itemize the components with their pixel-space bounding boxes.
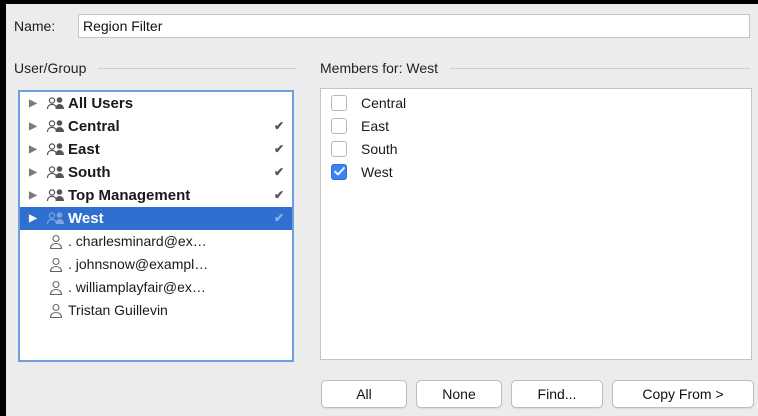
- member-row[interactable]: West: [321, 160, 751, 183]
- member-row[interactable]: Central: [321, 91, 751, 114]
- group-icon: [44, 164, 68, 182]
- tree-group-label: West: [68, 210, 104, 227]
- member-label: Central: [361, 94, 407, 111]
- user-icon: [44, 256, 68, 274]
- tree-group-row-selected[interactable]: ▶ West ✔: [20, 207, 292, 230]
- tree-user-label: . johnsnow@exampl…: [68, 256, 209, 272]
- copy-from-button[interactable]: Copy From >: [612, 380, 754, 408]
- checkmark-icon: [333, 167, 345, 176]
- user-icon: [44, 302, 68, 320]
- find-button[interactable]: Find...: [511, 380, 603, 408]
- tree-group-row[interactable]: ▶ Top Management ✔: [20, 184, 292, 207]
- member-row[interactable]: East: [321, 114, 751, 137]
- tree-user-row[interactable]: Tristan Guillevin: [20, 299, 292, 322]
- group-icon: [44, 141, 68, 159]
- checkmark-icon: ✔: [273, 142, 285, 156]
- tree-user-row[interactable]: . williamplayfair@ex…: [20, 276, 292, 299]
- all-button[interactable]: All: [321, 380, 407, 408]
- expand-triangle-icon[interactable]: ▶: [22, 207, 44, 230]
- group-icon: [44, 118, 68, 136]
- header-divider: [98, 67, 296, 69]
- member-checkbox[interactable]: [331, 117, 347, 134]
- expand-triangle-icon[interactable]: ▶: [22, 92, 44, 115]
- checkmark-icon: ✔: [273, 165, 285, 179]
- tree-group-label: Central: [68, 118, 120, 135]
- tree-user-label: . charlesminard@ex…: [68, 233, 207, 249]
- tree-user-row[interactable]: . johnsnow@exampl…: [20, 253, 292, 276]
- tree-group-label: Top Management: [68, 187, 191, 204]
- tree-group-label: All Users: [68, 95, 134, 112]
- user-group-header-label: User/Group: [14, 60, 87, 76]
- members-header: Members for: West: [320, 58, 750, 78]
- window-frame-left: [0, 0, 6, 416]
- member-label: West: [361, 163, 393, 180]
- tree-group-row[interactable]: ▶ South ✔: [20, 161, 292, 184]
- tree-user-label: . williamplayfair@ex…: [68, 279, 206, 295]
- window-frame-top: [0, 0, 758, 4]
- expand-triangle-icon[interactable]: ▶: [22, 184, 44, 207]
- user-group-tree[interactable]: ▶ All Users ▶ Central ✔ ▶ East ✔ ▶ South…: [18, 90, 294, 362]
- checkmark-icon: ✔: [273, 119, 285, 133]
- expand-triangle-icon[interactable]: ▶: [22, 115, 44, 138]
- expand-triangle-icon[interactable]: ▶: [22, 138, 44, 161]
- members-list[interactable]: Central East South West: [320, 88, 752, 360]
- tree-user-row[interactable]: . charlesminard@ex…: [20, 230, 292, 253]
- user-group-header: User/Group: [14, 58, 296, 78]
- name-label: Name:: [14, 18, 56, 34]
- tree-group-row[interactable]: ▶ All Users: [20, 92, 292, 115]
- tree-group-label: East: [68, 141, 100, 158]
- tree-group-row[interactable]: ▶ Central ✔: [20, 115, 292, 138]
- member-checkbox[interactable]: [331, 94, 347, 111]
- group-icon: [44, 187, 68, 205]
- checkmark-icon: ✔: [273, 211, 285, 225]
- user-icon: [44, 279, 68, 297]
- name-field[interactable]: [78, 14, 750, 38]
- group-icon: [44, 210, 68, 228]
- tree-user-label: Tristan Guillevin: [68, 302, 168, 318]
- member-label: East: [361, 117, 390, 134]
- checkmark-icon: ✔: [273, 188, 285, 202]
- tree-group-label: South: [68, 164, 111, 181]
- member-checkbox[interactable]: [331, 140, 347, 157]
- member-row[interactable]: South: [321, 137, 751, 160]
- user-icon: [44, 233, 68, 251]
- member-label: South: [361, 140, 398, 157]
- tree-group-row[interactable]: ▶ East ✔: [20, 138, 292, 161]
- member-checkbox-checked[interactable]: [331, 163, 347, 180]
- members-header-label: Members for: West: [320, 60, 438, 76]
- group-icon: [44, 95, 68, 113]
- header-divider: [450, 67, 750, 69]
- none-button[interactable]: None: [416, 380, 502, 408]
- expand-triangle-icon[interactable]: ▶: [22, 161, 44, 184]
